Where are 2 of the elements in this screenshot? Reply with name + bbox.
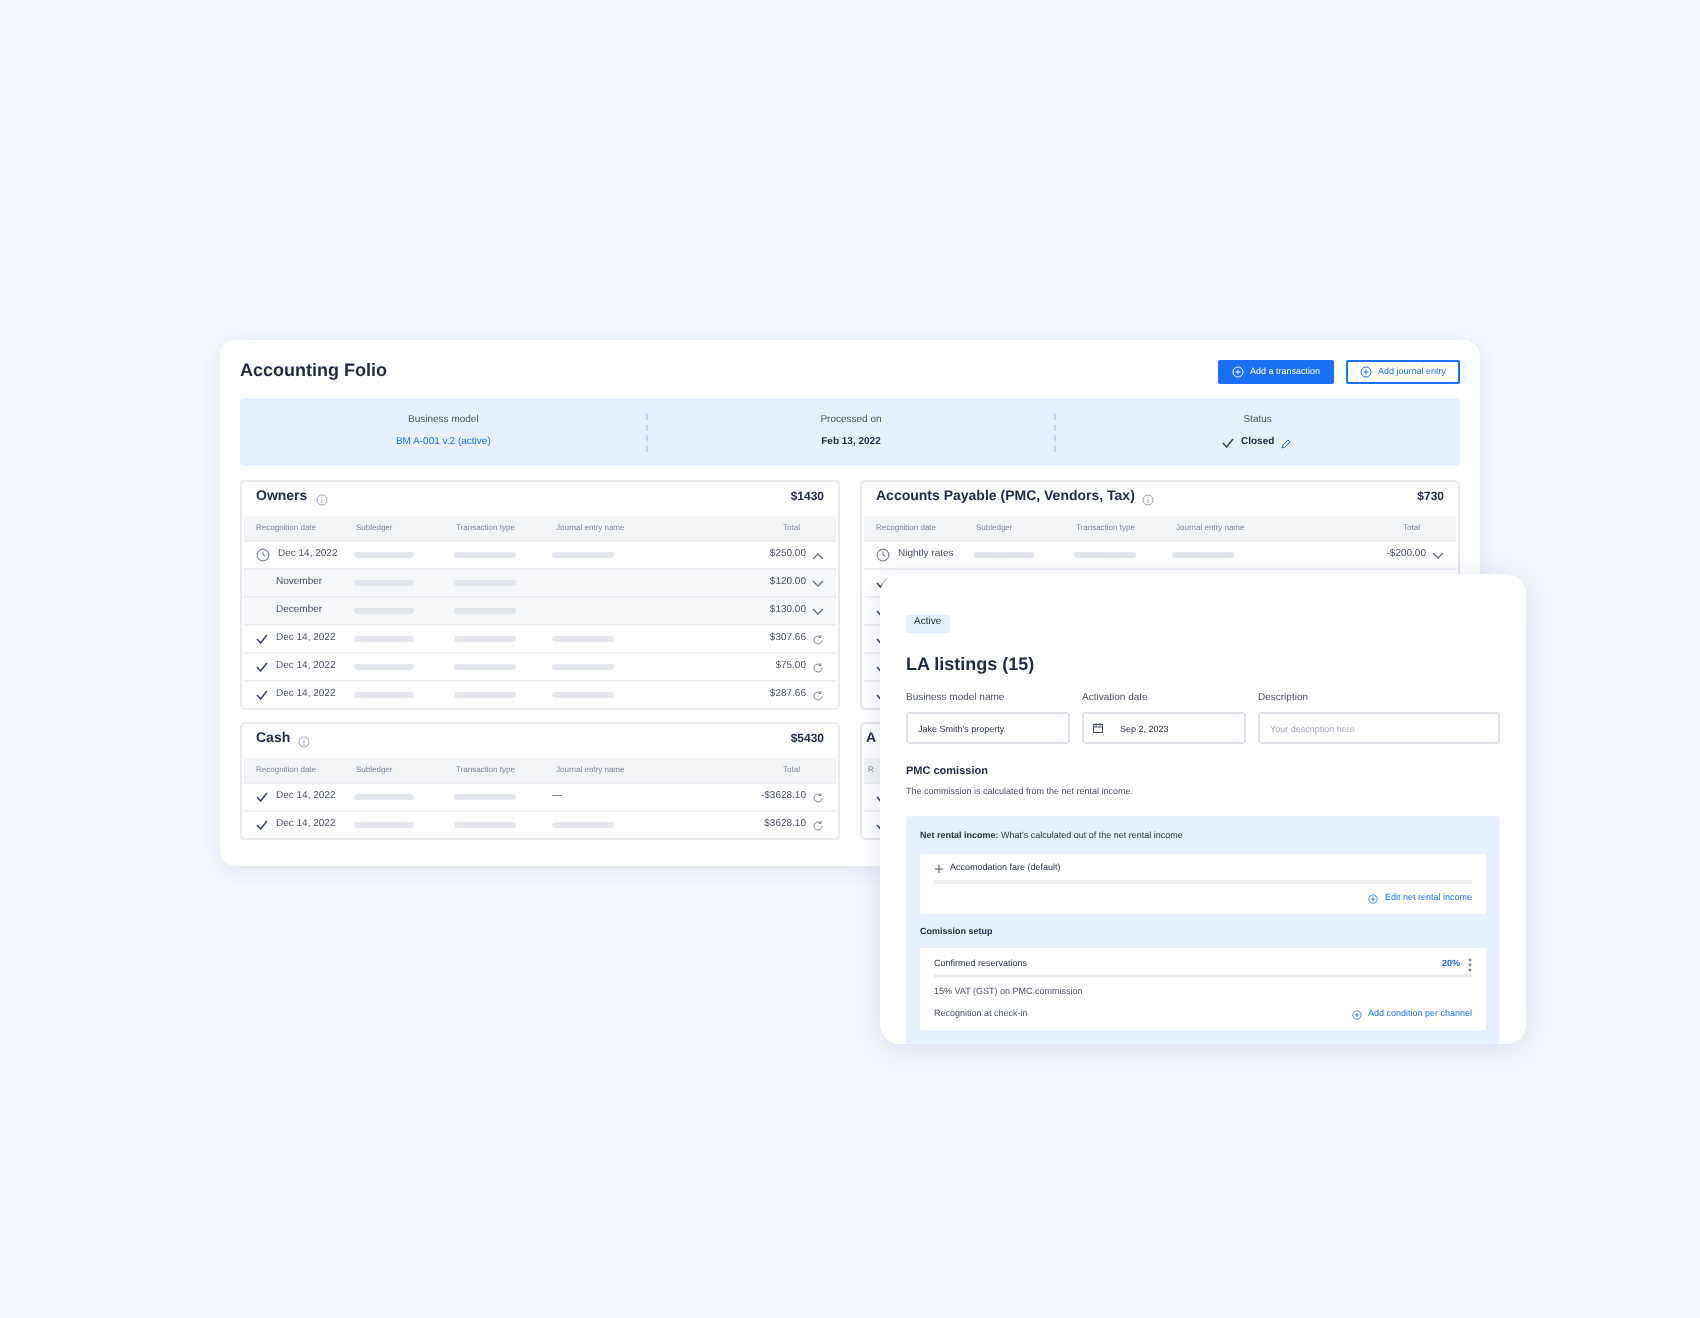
listing-title: LA listings (15) (906, 652, 1037, 678)
page-title: Accounting Folio (240, 358, 387, 385)
